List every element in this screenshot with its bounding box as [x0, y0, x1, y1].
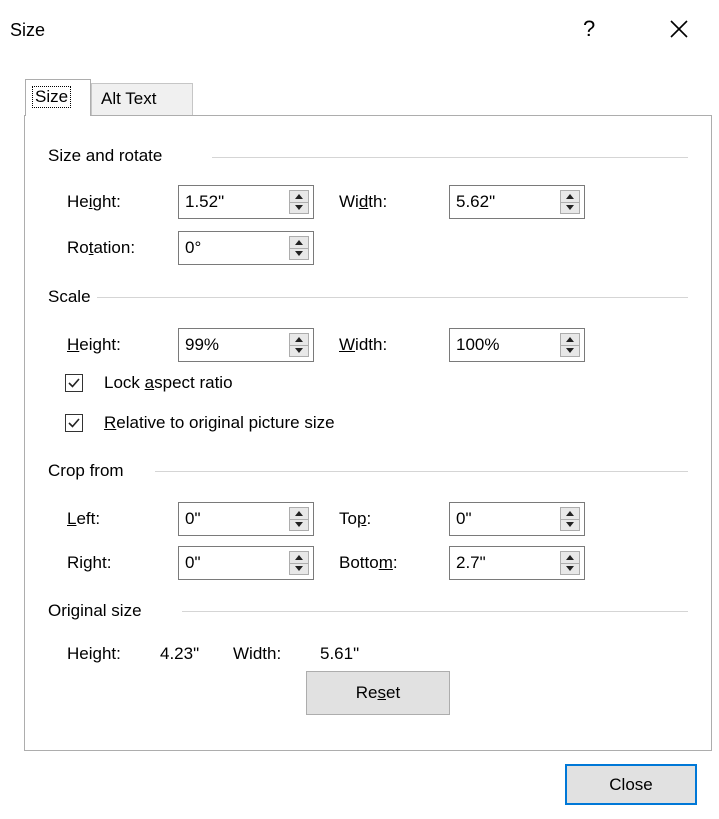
crop-bottom-field[interactable]: 2.7": [449, 546, 585, 580]
height-label: Height:: [67, 192, 121, 211]
help-button[interactable]: ?: [583, 16, 595, 42]
spin-down-icon[interactable]: [290, 248, 308, 259]
tab-size[interactable]: Size: [25, 79, 91, 116]
tab-alt-text-label: Alt Text: [101, 89, 157, 108]
section-divider: [182, 611, 688, 612]
tab-alt-text[interactable]: Alt Text: [91, 83, 193, 115]
crop-top-spinner[interactable]: [560, 507, 580, 531]
tab-size-label: Size: [32, 86, 72, 108]
spin-down-icon[interactable]: [561, 519, 579, 530]
spin-down-icon[interactable]: [561, 563, 579, 574]
rotation-field[interactable]: 0°: [178, 231, 314, 265]
size-height-field[interactable]: 1.52": [178, 185, 314, 219]
crop-left-field[interactable]: 0": [178, 502, 314, 536]
window-title: Size: [10, 20, 46, 40]
close-button[interactable]: Close: [565, 764, 697, 805]
section-crop-from: Crop from: [48, 461, 124, 480]
section-divider: [212, 157, 688, 158]
original-width-value: 5.61": [320, 644, 360, 663]
size-width-spinner[interactable]: [560, 190, 580, 214]
relative-to-original-checkbox[interactable]: [65, 414, 83, 432]
scale-width-spinner[interactable]: [560, 333, 580, 357]
scale-width-value: 100%: [456, 335, 500, 354]
size-height-value: 1.52": [185, 192, 225, 211]
size-width-value: 5.62": [456, 192, 496, 211]
scale-width-label: Width:: [339, 335, 388, 354]
width-label: Width:: [339, 192, 388, 211]
crop-top-value: 0": [456, 509, 472, 528]
relative-to-original-label[interactable]: Relative to original picture size: [104, 413, 335, 433]
scale-width-field[interactable]: 100%: [449, 328, 585, 362]
rotation-label: Rotation:: [67, 238, 136, 257]
lock-aspect-ratio-checkbox[interactable]: [65, 374, 83, 392]
size-width-field[interactable]: 5.62": [449, 185, 585, 219]
section-divider: [155, 471, 688, 472]
lock-aspect-ratio-label[interactable]: Lock aspect ratio: [104, 373, 233, 393]
crop-bottom-label: Bottom:: [339, 553, 398, 572]
close-icon[interactable]: [664, 14, 694, 44]
spin-down-icon[interactable]: [290, 563, 308, 574]
section-scale: Scale: [48, 287, 91, 306]
section-divider: [97, 297, 688, 298]
spin-down-icon[interactable]: [561, 345, 579, 356]
crop-bottom-spinner[interactable]: [560, 551, 580, 575]
spin-down-icon[interactable]: [290, 345, 308, 356]
checkmark-icon: [68, 378, 80, 388]
original-height-value: 4.23": [160, 644, 200, 663]
original-height-label: Height:: [67, 644, 121, 663]
section-original-size: Original size: [48, 601, 142, 620]
crop-right-spinner[interactable]: [289, 551, 309, 575]
crop-left-value: 0": [185, 509, 201, 528]
rotation-spinner[interactable]: [289, 236, 309, 260]
crop-left-spinner[interactable]: [289, 507, 309, 531]
spin-down-icon[interactable]: [290, 202, 308, 213]
scale-height-label: Height:: [67, 335, 121, 354]
crop-left-label: Left:: [67, 509, 101, 528]
scale-height-value: 99%: [185, 335, 220, 354]
size-height-spinner[interactable]: [289, 190, 309, 214]
crop-top-field[interactable]: 0": [449, 502, 585, 536]
original-width-label: Width:: [233, 644, 282, 663]
rotation-value: 0°: [185, 238, 202, 257]
scale-height-field[interactable]: 99%: [178, 328, 314, 362]
crop-right-field[interactable]: 0": [178, 546, 314, 580]
crop-right-value: 0": [185, 553, 201, 572]
crop-top-label: Top:: [339, 509, 372, 528]
scale-height-spinner[interactable]: [289, 333, 309, 357]
spin-down-icon[interactable]: [290, 519, 308, 530]
spin-down-icon[interactable]: [561, 202, 579, 213]
checkmark-icon: [68, 418, 80, 428]
section-size-and-rotate: Size and rotate: [48, 146, 163, 165]
reset-button[interactable]: Reset: [306, 671, 450, 715]
crop-bottom-value: 2.7": [456, 553, 486, 572]
crop-right-label: Right:: [67, 553, 112, 572]
